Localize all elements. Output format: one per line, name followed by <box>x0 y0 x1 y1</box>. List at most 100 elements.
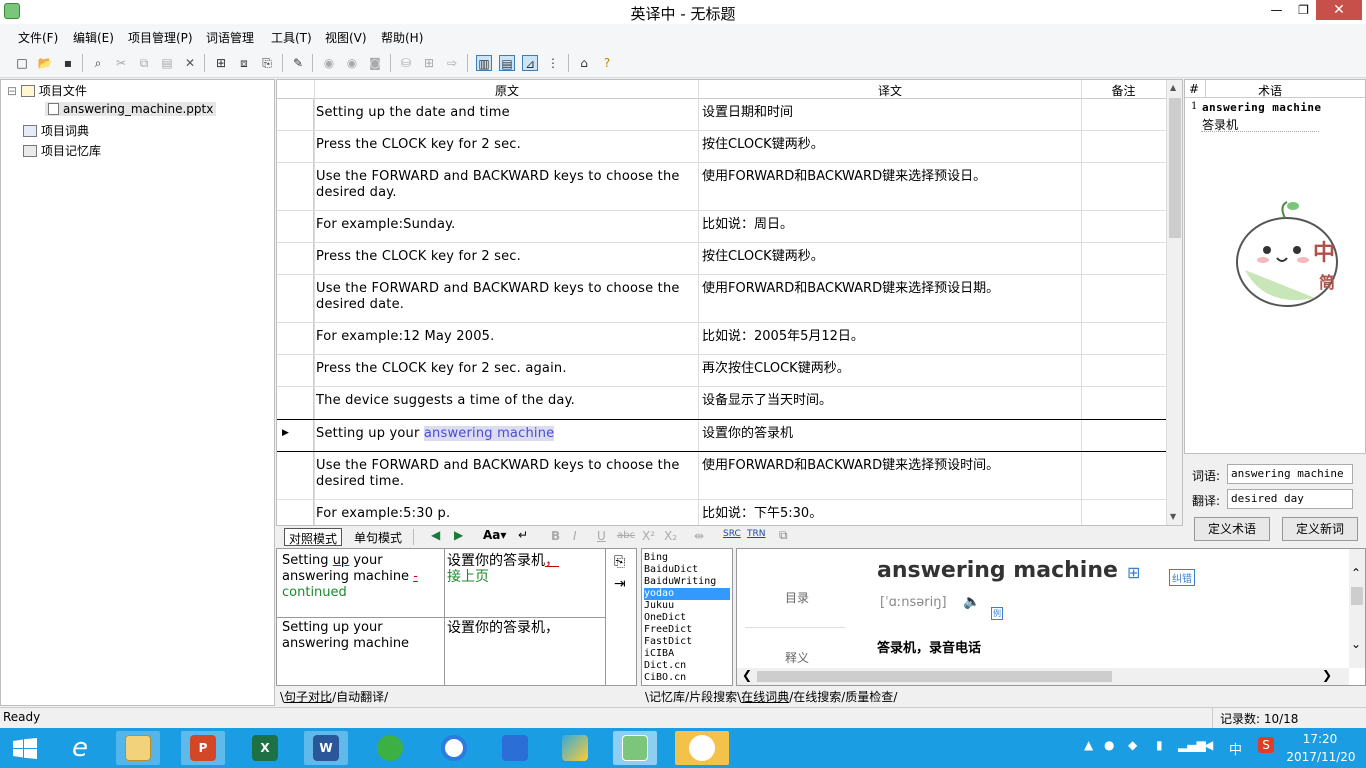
delete-icon[interactable]: ✕ <box>182 55 198 71</box>
bold-icon[interactable]: B <box>551 529 560 543</box>
open-icon[interactable]: 📂 <box>37 55 53 71</box>
table-row-current[interactable]: ▶ Setting up your answering machine 设置你的… <box>277 420 1166 452</box>
tab-fragment-search[interactable]: 片段搜索 <box>689 690 737 704</box>
dict-nav-contents[interactable]: 目录 <box>785 589 809 606</box>
tab-online-search[interactable]: 在线搜索 <box>793 690 841 704</box>
dict-item[interactable]: FreeDict <box>644 624 730 636</box>
dict-item[interactable]: CiBO.cn <box>644 672 730 684</box>
table-row[interactable]: Use the FORWARD and BACKWARD keys to cho… <box>277 163 1166 211</box>
strike-icon[interactable]: abc <box>617 530 635 541</box>
header-notes[interactable]: 备注 <box>1081 82 1166 99</box>
find-icon[interactable]: ⌕ <box>90 55 106 71</box>
scroll-left-icon[interactable]: ❮ <box>742 668 752 682</box>
editor-target-1[interactable]: 设置你的答录机， 接上页 <box>447 553 602 585</box>
term-word-input[interactable]: answering machine <box>1227 464 1353 484</box>
view-align-icon[interactable]: ⊿ <box>522 55 538 71</box>
volume-icon[interactable]: ◀ <box>1204 738 1213 752</box>
close-button[interactable]: ✕ <box>1316 0 1362 20</box>
font-size-dropdown[interactable]: Aa▾ <box>483 528 506 542</box>
table-row[interactable]: Use the FORWARD and BACKWARD keys to cho… <box>277 275 1166 323</box>
speaker-icon[interactable]: 🔈 <box>963 594 980 610</box>
clock-time[interactable]: 17:20 <box>1300 732 1340 746</box>
menu-terms[interactable]: 词语管理 <box>206 29 254 46</box>
table-row[interactable]: Press the CLOCK key for 2 sec. 按住CLOCK键两秒… <box>277 243 1166 275</box>
import-icon[interactable]: ⧈ <box>236 55 252 71</box>
scroll-down-icon[interactable]: ▼ <box>1170 512 1176 521</box>
minimize-button[interactable]: — <box>1263 0 1290 20</box>
table-row[interactable]: Press the CLOCK key for 2 sec. again. 再次按… <box>277 355 1166 387</box>
dict-vscroll[interactable]: ⌃ ⌄ <box>1349 549 1365 668</box>
menu-help[interactable]: 帮助(H) <box>381 29 423 46</box>
tree-file[interactable]: answering_machine.pptx <box>45 102 217 116</box>
notes-icon[interactable]: ✎ <box>290 55 306 71</box>
tab-quality-check[interactable]: 质量检查 <box>845 690 893 704</box>
taskbar-cloud[interactable] <box>432 731 476 765</box>
ime-indicator[interactable]: 中 <box>1229 739 1242 758</box>
dict-item-selected[interactable]: yodao <box>644 588 730 600</box>
taskbar-video[interactable] <box>553 731 597 765</box>
table-row[interactable]: For example:5:30 p. 比如说：下午5:30。 <box>277 500 1166 525</box>
single-mode-tab[interactable]: 单句模式 <box>354 529 402 546</box>
security-icon[interactable]: ◆ <box>1128 738 1137 752</box>
translate-icon[interactable]: ◉ <box>321 55 337 71</box>
return-icon[interactable]: ↵ <box>518 528 528 542</box>
view-compare-icon[interactable]: ▥ <box>476 55 492 71</box>
scroll-down-icon[interactable]: ⌄ <box>1351 637 1361 651</box>
dict-item[interactable]: BaiduDict <box>644 564 730 576</box>
cut-icon[interactable]: ✂ <box>113 55 129 71</box>
table-row[interactable]: Setting up the date and time 设置日期和时间 <box>277 99 1166 131</box>
tray-expand-icon[interactable]: ▲ <box>1084 738 1093 752</box>
taskbar-browser[interactable] <box>368 731 412 765</box>
tab-memory[interactable]: 记忆库 <box>649 690 685 704</box>
add-file-icon[interactable]: ⊞ <box>213 55 229 71</box>
underline-icon[interactable]: U <box>597 529 606 543</box>
qq-icon[interactable]: ● <box>1104 738 1114 752</box>
export-icon[interactable]: ⎘ <box>259 55 275 71</box>
dict-nav-definition[interactable]: 释义 <box>785 649 809 666</box>
prev-icon[interactable]: ◉ <box>344 55 360 71</box>
dict-item[interactable]: iCIBA <box>644 648 730 660</box>
grid-scrollbar[interactable]: ▲ ▼ <box>1166 80 1182 525</box>
menu-tools[interactable]: 工具(T) <box>271 29 312 46</box>
taskbar-powerpoint[interactable]: P <box>181 731 225 765</box>
next-icon[interactable]: ◙ <box>367 55 383 71</box>
battery-icon[interactable]: ▮ <box>1156 738 1163 752</box>
term-entry[interactable]: 1 answering machine 答录机 <box>1185 99 1365 133</box>
superscript-icon[interactable]: X² <box>642 529 655 543</box>
taskbar-translator[interactable] <box>613 731 657 765</box>
sogou-icon[interactable]: S <box>1258 737 1274 753</box>
dict-item[interactable]: OneDict <box>644 612 730 624</box>
view-tree-icon[interactable]: ⋮ <box>545 55 561 71</box>
define-term-button[interactable]: 定义术语 <box>1194 517 1270 541</box>
copy-to-target-icon[interactable]: ⎘ <box>614 554 625 570</box>
scroll-up-icon[interactable]: ▲ <box>1170 83 1176 92</box>
paste-icon[interactable]: ▤ <box>159 55 175 71</box>
menu-file[interactable]: 文件(F) <box>18 29 58 46</box>
tag-icon[interactable]: ⇹ <box>694 529 704 543</box>
taskbar-word[interactable]: W <box>304 731 348 765</box>
tab-sentence-compare[interactable]: 句子对比 <box>284 690 332 704</box>
define-word-button[interactable]: 定义新词 <box>1282 517 1358 541</box>
src-icon[interactable]: SRC <box>723 529 741 539</box>
tab-online-dict[interactable]: 在线词典 <box>741 690 789 704</box>
taskbar-explorer[interactable] <box>116 731 160 765</box>
view-single-icon[interactable]: ▤ <box>499 55 515 71</box>
tree-root[interactable]: ⊟ 项目文件 <box>7 82 87 99</box>
db-export-icon[interactable]: ⇨ <box>444 55 460 71</box>
table-row[interactable]: Press the CLOCK key for 2 sec. 按住CLOCK键两秒… <box>277 131 1166 163</box>
tree-memory[interactable]: 项目记忆库 <box>23 142 101 159</box>
dict-item[interactable]: Jukuu <box>644 600 730 612</box>
italic-icon[interactable]: I <box>573 529 577 543</box>
example-badge[interactable]: 例 <box>991 607 1003 620</box>
taskbar-avatar-app[interactable] <box>675 731 729 765</box>
scroll-right-icon[interactable]: ❯ <box>1322 668 1332 682</box>
trn-icon[interactable]: TRN <box>747 529 765 539</box>
table-row[interactable]: Use the FORWARD and BACKWARD keys to cho… <box>277 452 1166 500</box>
dict-hscroll[interactable]: ❮ ❯ <box>737 668 1349 685</box>
report-error-button[interactable]: 纠错 <box>1169 569 1195 586</box>
clock-date[interactable]: 2017/11/20 <box>1286 750 1356 764</box>
scroll-up-icon[interactable]: ⌃ <box>1351 566 1361 580</box>
taskbar-excel[interactable]: X <box>243 731 287 765</box>
db-add-icon[interactable]: ⊞ <box>421 55 437 71</box>
table-row[interactable]: The device suggests a time of the day. 设备… <box>277 387 1166 420</box>
